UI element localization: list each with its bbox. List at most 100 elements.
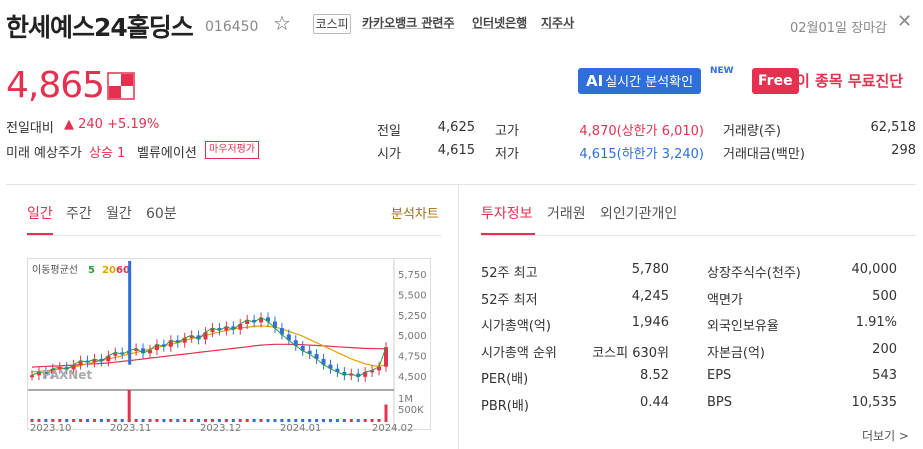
volume-bar	[238, 419, 242, 422]
volume-bar	[204, 419, 208, 422]
tab-broker[interactable]: 거래원	[547, 203, 586, 223]
amount-value: 298	[891, 143, 916, 158]
x-tick-label: 2024.01	[280, 423, 321, 431]
ma-legend-period: 5	[88, 265, 95, 276]
evaluation-badge[interactable]: 마우저평가	[205, 141, 259, 159]
x-tick-label: 2023.12	[200, 423, 241, 431]
stock-name: 한세예스24홀딩스	[6, 13, 194, 42]
tab-investment-info[interactable]: 투자정보	[481, 203, 533, 223]
ai-analysis-button[interactable]: AI 실시간 분석확인	[578, 68, 702, 94]
investment-right-value: 10,535	[851, 394, 898, 410]
volume-bar	[58, 419, 62, 422]
theme-tag-internet-bank[interactable]: 인터넷은행	[472, 14, 527, 34]
investment-left-value: 5,780	[631, 262, 669, 277]
investment-left-value: 코스피 630위	[592, 345, 669, 361]
current-price: 4,865	[6, 65, 105, 106]
investment-right-value: 543	[872, 368, 897, 383]
volume-bar	[176, 419, 180, 422]
volume-bar	[266, 419, 270, 422]
favorite-star-icon[interactable]: ☆	[273, 13, 291, 33]
tab-investor[interactable]: 외인기관개인	[600, 203, 677, 223]
ma60-line	[31, 343, 387, 368]
volume-bar	[134, 419, 138, 422]
volume-bar	[259, 419, 263, 422]
volume-bar	[183, 419, 187, 422]
investment-left-value: 8.52	[640, 368, 669, 383]
stock-code: 016450	[205, 19, 259, 35]
investment-right-label: BPS	[707, 394, 733, 410]
tab-60min[interactable]: 60분	[146, 203, 177, 223]
volume-bar	[252, 419, 256, 422]
volume-bar	[217, 419, 221, 422]
open-label: 시가	[377, 147, 401, 162]
ma-legend-label: 이동평균선	[32, 264, 78, 276]
volume-bar	[106, 419, 110, 422]
market-state: 02월01일 장마감	[790, 21, 888, 36]
volume-bar	[148, 419, 152, 422]
volume-bar	[308, 419, 312, 422]
price-spike-bar	[128, 261, 132, 365]
ma-legend-period: 60	[116, 265, 130, 276]
price-limit-icon	[107, 72, 135, 100]
volume-bar	[224, 419, 228, 422]
investment-left-value: 0.44	[640, 394, 669, 410]
tab-daily[interactable]: 일간	[27, 203, 53, 223]
volume-bar	[301, 419, 305, 422]
volume-bar	[72, 419, 76, 422]
volume-bar	[51, 419, 55, 422]
volume-bar	[86, 419, 90, 422]
free-badge[interactable]: Free	[752, 68, 799, 94]
ma-legend-period: 20	[102, 265, 116, 276]
volume-bar	[65, 419, 69, 422]
tab-monthly[interactable]: 월간	[106, 203, 132, 223]
volume-bar	[363, 419, 367, 422]
volume-bar	[155, 419, 159, 422]
volume-value: 62,518	[870, 120, 917, 135]
theme-tag-holding[interactable]: 지주사	[541, 14, 574, 34]
analysis-chart-link[interactable]: 분석차트	[391, 203, 439, 222]
tab-weekly[interactable]: 주간	[66, 203, 92, 223]
open-value: 4,615	[437, 143, 475, 158]
prev-close-value: 4,625	[437, 120, 475, 135]
volume-bar	[273, 419, 277, 422]
volume-bar	[280, 419, 284, 422]
investment-right-value: 40,000	[851, 262, 898, 277]
volume-bar	[335, 419, 339, 422]
investment-right-value: 500	[872, 288, 897, 304]
low-label: 저가	[495, 147, 519, 162]
volume-bar	[377, 419, 381, 422]
x-tick-label: 2024.02	[372, 423, 413, 431]
x-tick-label: 2023.11	[110, 423, 151, 431]
volume-bar	[79, 419, 83, 422]
volume-bar	[169, 419, 173, 422]
forecast-value[interactable]: 상승 1	[89, 142, 125, 161]
volume-bar	[44, 419, 48, 422]
volume-bar	[287, 419, 291, 422]
volume-bar	[120, 419, 124, 422]
theme-tag-kakaobank[interactable]: 카카오뱅크 관련주	[362, 14, 455, 34]
price-change: ▲ 240 +5.19%	[64, 117, 160, 132]
volume-bar	[349, 419, 353, 422]
volume-bar	[141, 419, 145, 422]
volume-label: 거래량(주)	[723, 124, 781, 139]
investment-left-value: 1,946	[631, 315, 669, 330]
free-diagnosis-link[interactable]: 이 종목 무료진단	[796, 70, 903, 91]
volume-bar	[370, 419, 374, 422]
more-link[interactable]: 더보기 >	[862, 427, 909, 444]
close-icon[interactable]: ✕	[897, 13, 912, 31]
volume-bar	[231, 419, 235, 422]
volume-tick-label: 1M	[398, 394, 413, 405]
volume-tick-label: 500K	[398, 405, 424, 416]
panel-divider	[458, 185, 459, 449]
amount-label: 거래대금(백만)	[723, 147, 805, 162]
price-chart[interactable]: 5,750 5,500 5,250 5,000 4,750 4,500 1M 500K 2023…	[27, 258, 431, 434]
volume-bar	[197, 419, 201, 422]
chart-watermark: PAXNet	[42, 368, 92, 382]
volume-spike-bar	[384, 404, 388, 422]
price-tick-label: 5,000	[398, 331, 427, 342]
investment-left-value: 4,245	[631, 288, 669, 304]
price-chart-svg: 5,750 5,500 5,250 5,000 4,750 4,500 1M500K 2023…	[28, 259, 427, 434]
investment-right-value: 1.91%	[855, 315, 897, 330]
price-tick-label: 5,750	[398, 270, 427, 281]
prev-close-label: 전일	[377, 124, 401, 139]
